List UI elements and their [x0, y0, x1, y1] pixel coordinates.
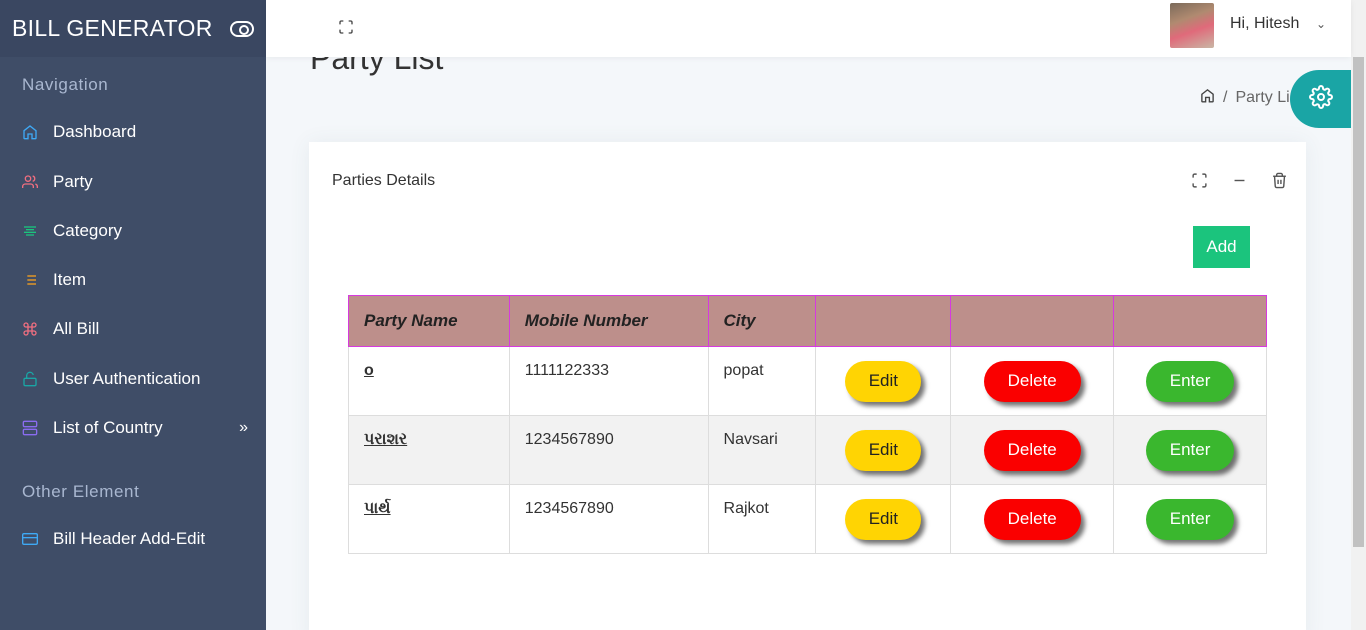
enter-button[interactable]: Enter	[1146, 360, 1235, 402]
table-row: o 1111122333 popat Edit Delete Enter	[348, 346, 1267, 416]
nav-caption-navigation: Navigation	[22, 75, 109, 94]
scrollbar-thumb[interactable]	[1353, 57, 1364, 547]
table-row: પરાશર 1234567890 Navsari Edit Delete Ent…	[348, 415, 1267, 485]
sidebar-item-label: Bill Header Add-Edit	[53, 529, 206, 548]
table-header-row: Party Name Mobile Number City	[348, 295, 1267, 347]
user-greeting[interactable]: Hi, Hitesh	[1230, 15, 1299, 33]
sidebar-item-party[interactable]: Party	[0, 162, 266, 202]
party-table: Party Name Mobile Number City o 11111223…	[348, 295, 1267, 554]
gear-icon	[1309, 84, 1333, 114]
sidebar-item-label: Category	[53, 221, 122, 240]
breadcrumb-separator: /	[1223, 89, 1228, 106]
nav-caption-other-element: Other Element	[22, 482, 140, 501]
edit-button[interactable]: Edit	[845, 360, 922, 402]
column-header-enter	[1113, 295, 1267, 347]
trash-icon[interactable]	[1270, 171, 1288, 189]
top-header: Hi, Hitesh ⌄	[266, 0, 1351, 57]
cell-party-name: પરાશર	[348, 415, 510, 485]
column-header-delete	[950, 295, 1115, 347]
maximize-icon[interactable]	[1190, 171, 1208, 189]
brand-title: BILL GENERATOR	[12, 15, 213, 41]
cell-delete: Delete	[950, 415, 1115, 485]
column-header-city: City	[707, 295, 817, 347]
delete-button[interactable]: Delete	[983, 429, 1081, 471]
party-name-link[interactable]: પાર્થ	[364, 500, 391, 517]
chevron-down-icon[interactable]: ⌄	[1316, 17, 1326, 31]
sidebar-item-bill-header-add-edit[interactable]: Bill Header Add-Edit	[0, 519, 266, 559]
align-center-icon	[22, 223, 38, 239]
cell-enter: Enter	[1113, 415, 1267, 485]
enter-button[interactable]: Enter	[1146, 498, 1235, 540]
sidebar-item-label: List of Country	[53, 418, 163, 437]
sidebar-item-dashboard[interactable]: Dashboard	[0, 112, 266, 152]
cell-mobile-number: 1234567890	[508, 484, 709, 554]
sidebar-item-label: Party	[53, 172, 93, 191]
table-row: પાર્થ 1234567890 Rajkot Edit Delete Ente…	[348, 484, 1267, 554]
cell-city: popat	[707, 346, 817, 416]
sidebar-item-label: All Bill	[53, 319, 100, 338]
avatar[interactable]	[1170, 3, 1214, 48]
credit-card-icon	[22, 531, 38, 547]
cell-city: Rajkot	[707, 484, 817, 554]
chevrons-right-icon[interactable]: »	[239, 419, 248, 437]
sidebar-item-all-bill[interactable]: All Bill	[0, 309, 266, 349]
users-icon	[22, 174, 38, 190]
delete-button[interactable]: Delete	[983, 360, 1081, 402]
sidebar-item-label: Item	[53, 270, 87, 289]
party-name-link[interactable]: o	[364, 362, 374, 379]
party-name-link[interactable]: પરાશર	[364, 431, 407, 448]
home-icon[interactable]	[1200, 88, 1215, 108]
enter-button[interactable]: Enter	[1146, 429, 1235, 471]
edit-button[interactable]: Edit	[845, 429, 922, 471]
add-button[interactable]: Add	[1193, 226, 1250, 268]
cell-city: Navsari	[707, 415, 817, 485]
sidebar-item-user-authentication[interactable]: User Authentication	[0, 359, 266, 399]
card-tools	[1190, 171, 1288, 189]
cell-mobile-number: 1234567890	[508, 415, 709, 485]
column-header-edit	[815, 295, 952, 347]
column-header-mobile-number: Mobile Number	[508, 295, 709, 347]
sidebar-item-item[interactable]: Item	[0, 260, 266, 300]
server-icon	[22, 420, 38, 436]
settings-button[interactable]	[1290, 70, 1352, 128]
cell-enter: Enter	[1113, 346, 1267, 416]
cell-edit: Edit	[815, 415, 952, 485]
sidebar-item-category[interactable]: Category	[0, 211, 266, 251]
cell-edit: Edit	[815, 484, 952, 554]
breadcrumb: / Party List	[1200, 88, 1300, 108]
command-icon	[22, 321, 38, 337]
fullscreen-icon[interactable]	[338, 19, 354, 35]
edit-button[interactable]: Edit	[845, 498, 922, 540]
card-title: Parties Details	[332, 172, 436, 189]
sidebar: BILL GENERATOR Navigation Dashboard Part…	[0, 0, 266, 630]
sidebar-item-label: User Authentication	[53, 369, 201, 388]
page-scrollbar[interactable]	[1351, 0, 1366, 630]
delete-button[interactable]: Delete	[983, 498, 1081, 540]
unlock-icon	[22, 371, 38, 387]
parties-card: Parties Details Add Party Name Mobile Nu…	[309, 142, 1306, 630]
cell-delete: Delete	[950, 346, 1115, 416]
sidebar-brand: BILL GENERATOR	[0, 0, 266, 57]
cell-mobile-number: 1111122333	[508, 346, 709, 416]
minus-icon[interactable]	[1230, 171, 1248, 189]
cell-party-name: o	[348, 346, 510, 416]
cell-enter: Enter	[1113, 484, 1267, 554]
cell-edit: Edit	[815, 346, 952, 416]
home-icon	[22, 124, 38, 140]
list-icon	[22, 272, 38, 288]
column-header-party-name: Party Name	[348, 295, 510, 347]
menu-toggle-icon[interactable]	[230, 20, 254, 37]
cell-delete: Delete	[950, 484, 1115, 554]
sidebar-item-label: Dashboard	[53, 122, 137, 141]
sidebar-item-list-of-country[interactable]: List of Country »	[0, 408, 266, 448]
cell-party-name: પાર્થ	[348, 484, 510, 554]
